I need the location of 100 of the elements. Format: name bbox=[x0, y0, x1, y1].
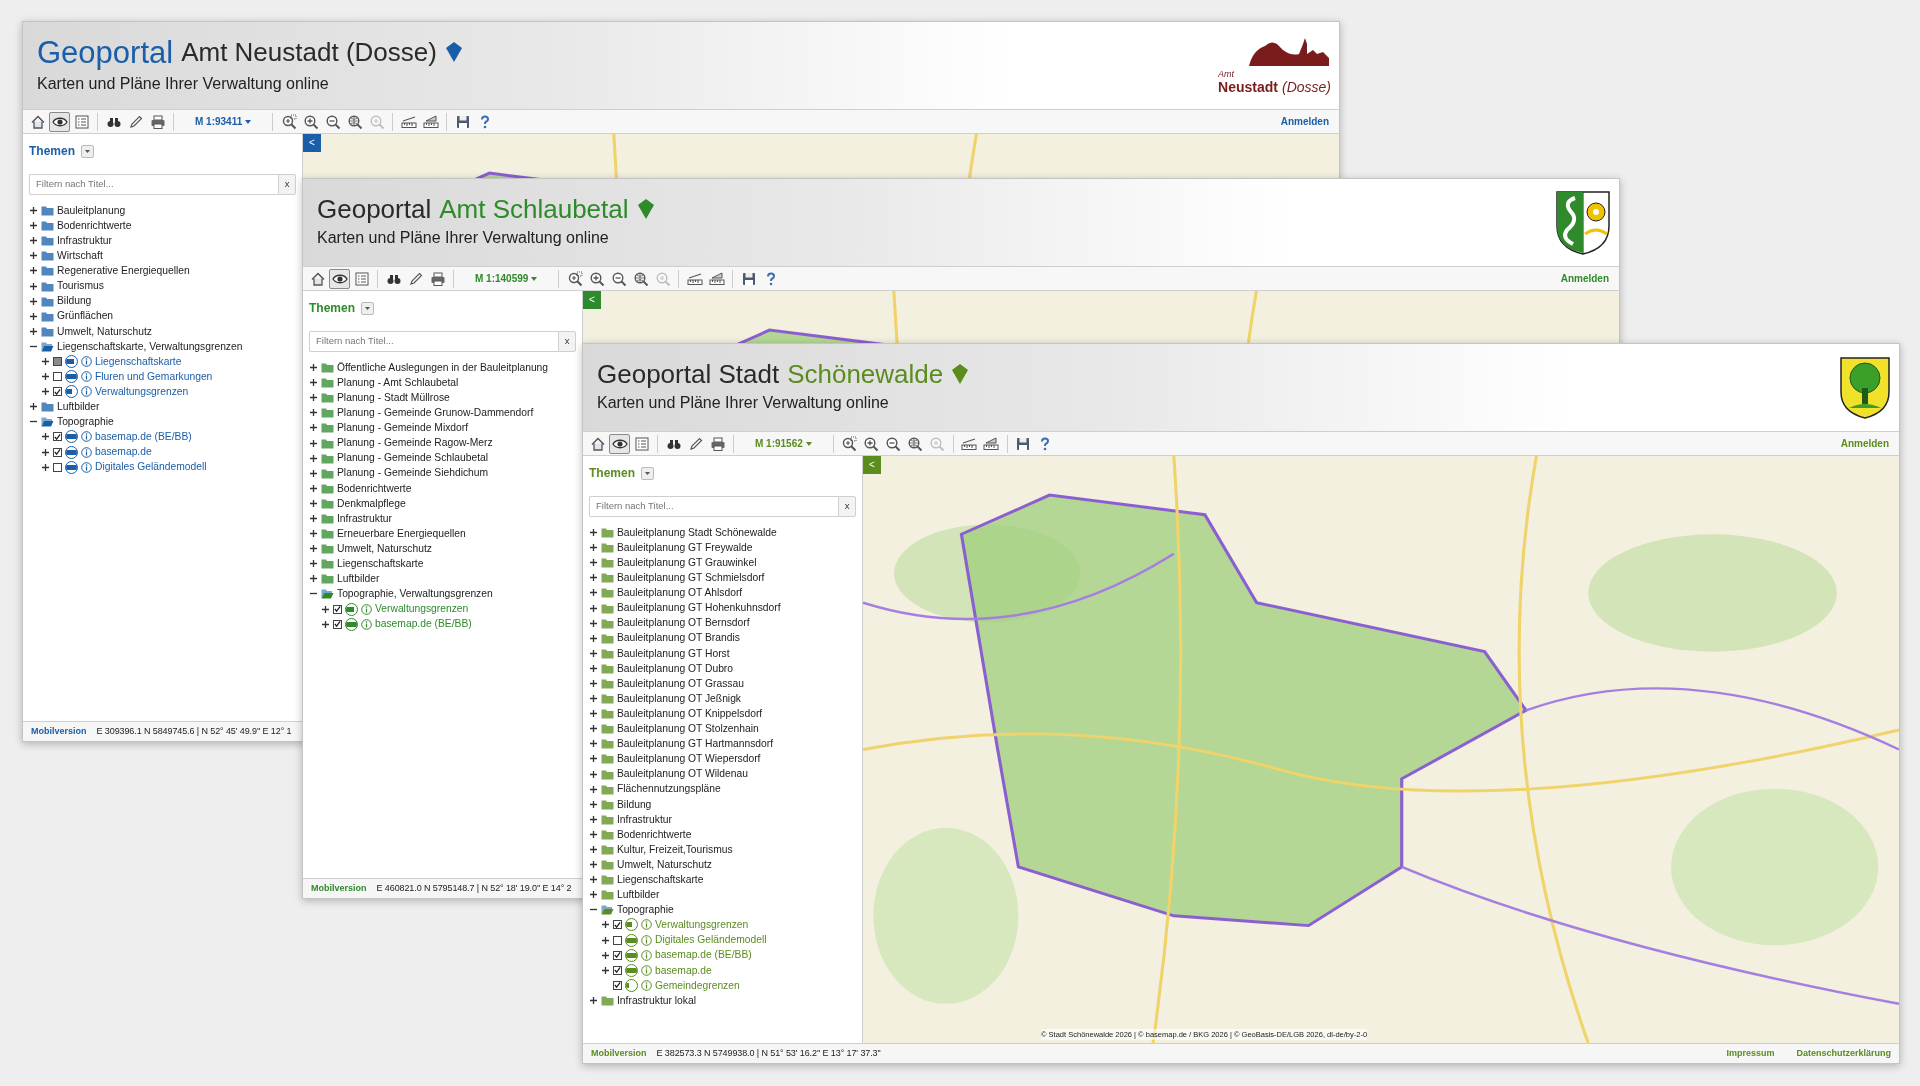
opacity-slider[interactable] bbox=[345, 602, 358, 616]
expand-icon[interactable] bbox=[309, 559, 318, 569]
eye-button[interactable] bbox=[329, 268, 350, 289]
layer-label[interactable]: Liegenschaftskarte bbox=[95, 353, 182, 370]
expand-icon[interactable] bbox=[309, 529, 318, 539]
opacity-slider[interactable] bbox=[625, 948, 638, 962]
checkbox[interactable] bbox=[53, 432, 62, 442]
opacity-slider[interactable] bbox=[65, 445, 78, 459]
collapse-button[interactable]: < bbox=[863, 456, 881, 474]
group-label[interactable]: Bauleitplanung OT Brandis bbox=[617, 630, 740, 646]
expand-icon[interactable] bbox=[589, 588, 598, 598]
expand-icon[interactable] bbox=[29, 281, 38, 291]
expand-icon[interactable] bbox=[589, 543, 598, 553]
layer-label[interactable]: Gemeindegrenzen bbox=[655, 977, 740, 994]
expand-icon[interactable] bbox=[309, 453, 318, 463]
group-label[interactable]: Bauleitplanung GT Grauwinkel bbox=[617, 555, 757, 571]
expand-icon[interactable] bbox=[589, 995, 598, 1005]
clear-button[interactable]: x bbox=[838, 496, 856, 517]
expand-icon[interactable] bbox=[309, 498, 318, 508]
layer-label[interactable]: Verwaltungsgrenzen bbox=[375, 601, 469, 617]
expand-icon[interactable] bbox=[309, 468, 318, 478]
group-label[interactable]: Wirtschaft bbox=[57, 248, 103, 264]
opacity-slider[interactable] bbox=[625, 918, 638, 932]
opacity-slider[interactable] bbox=[625, 933, 638, 947]
checkbox[interactable] bbox=[613, 935, 622, 945]
expand-icon[interactable] bbox=[309, 423, 318, 433]
group-label[interactable]: Tourismus bbox=[57, 278, 104, 294]
group-label[interactable]: Denkmalpflege bbox=[337, 495, 406, 512]
group-label[interactable]: Planung - Stadt Müllrose bbox=[337, 390, 450, 406]
expand-icon[interactable] bbox=[589, 694, 598, 704]
expand-icon[interactable] bbox=[29, 311, 38, 321]
group-label[interactable]: Liegenschaftskarte bbox=[337, 556, 424, 572]
scale-dropdown[interactable]: M 1:93411 bbox=[179, 114, 268, 129]
group-label[interactable]: Regenerative Energiequellen bbox=[57, 263, 190, 279]
expand-icon[interactable] bbox=[601, 920, 610, 930]
expand-icon[interactable] bbox=[321, 604, 330, 614]
expand-icon[interactable] bbox=[589, 709, 598, 719]
opacity-slider[interactable] bbox=[625, 963, 638, 977]
expand-icon[interactable] bbox=[589, 845, 598, 854]
group-label[interactable]: Topographie, Verwaltungsgrenzen bbox=[337, 586, 493, 602]
checkbox[interactable] bbox=[53, 447, 62, 457]
layer-label[interactable]: basemap.de (BE/BB) bbox=[95, 429, 192, 445]
footer-link[interactable]: Impressum bbox=[1726, 1046, 1775, 1061]
group-label[interactable]: Luftbilder bbox=[337, 571, 380, 587]
expand-icon[interactable] bbox=[41, 462, 50, 472]
group-label[interactable]: Bildung bbox=[57, 293, 92, 309]
expand-icon[interactable] bbox=[29, 326, 38, 336]
layer-label[interactable]: Digitales Geländemodell bbox=[655, 932, 767, 948]
group-label[interactable]: Bauleitplanung GT Schmielsdorf bbox=[617, 570, 765, 586]
group-label[interactable]: Infrastruktur bbox=[337, 510, 392, 527]
expand-icon[interactable] bbox=[589, 679, 598, 688]
expand-icon[interactable] bbox=[321, 619, 330, 629]
opacity-slider[interactable] bbox=[65, 355, 78, 368]
opacity-slider[interactable] bbox=[345, 617, 358, 631]
expand-icon[interactable] bbox=[589, 829, 598, 839]
group-label[interactable]: Liegenschaftskarte, Verwaltungsgrenzen bbox=[57, 338, 243, 355]
expand-icon[interactable] bbox=[589, 799, 598, 809]
expand-icon[interactable] bbox=[309, 483, 318, 493]
collapse-button[interactable]: < bbox=[303, 134, 321, 152]
expand-icon[interactable] bbox=[589, 769, 598, 779]
group-label[interactable]: Erneuerbare Energiequellen bbox=[337, 525, 466, 542]
expand-icon[interactable] bbox=[41, 357, 50, 366]
group-label[interactable]: Liegenschaftskarte bbox=[617, 872, 704, 888]
group-label[interactable]: Bauleitplanung OT Jeßnigk bbox=[617, 690, 742, 707]
group-label[interactable]: Bauleitplanung OT Ahlsdorf bbox=[617, 585, 743, 601]
expand-icon[interactable] bbox=[41, 447, 50, 457]
checkbox[interactable] bbox=[613, 950, 622, 960]
expand-icon[interactable] bbox=[41, 372, 50, 382]
expand-icon[interactable] bbox=[309, 378, 318, 388]
expand-icon[interactable] bbox=[29, 221, 38, 231]
group-label[interactable]: Bodenrichtwerte bbox=[617, 826, 692, 843]
filter-field[interactable]: Filtern nach Titel... bbox=[29, 174, 278, 195]
checkbox[interactable] bbox=[53, 387, 62, 397]
dropdown-button[interactable] bbox=[81, 144, 94, 158]
group-label[interactable]: Planung - Gemeinde Schlaubetal bbox=[337, 450, 489, 466]
layer-label[interactable]: basemap.de bbox=[95, 444, 152, 460]
expand-icon[interactable] bbox=[589, 618, 598, 628]
layer-label[interactable]: Fluren und Gemarkungen bbox=[95, 368, 213, 385]
expand-icon[interactable] bbox=[309, 574, 318, 584]
expand-icon[interactable] bbox=[589, 754, 598, 764]
checkbox[interactable] bbox=[613, 980, 622, 990]
group-label[interactable]: Bauleitplanung OT Knippelsdorf bbox=[617, 705, 763, 722]
expand-icon[interactable] bbox=[589, 784, 598, 794]
opacity-slider[interactable] bbox=[65, 370, 78, 384]
expand-icon[interactable] bbox=[29, 402, 38, 412]
group-label[interactable]: Umwelt, Naturschutz bbox=[337, 540, 432, 557]
group-label[interactable]: Bildung bbox=[617, 796, 652, 812]
group-label[interactable]: Planung - Gemeinde Grunow-Dammendorf bbox=[337, 405, 534, 421]
expand-icon[interactable] bbox=[589, 875, 598, 885]
scale-dropdown[interactable]: M 1:140599 bbox=[459, 271, 554, 286]
opacity-slider[interactable] bbox=[625, 978, 638, 992]
filter-field[interactable]: Filtern nach Titel... bbox=[309, 331, 558, 352]
group-label[interactable]: Grünflächen bbox=[57, 308, 114, 324]
expand-icon[interactable] bbox=[589, 573, 598, 583]
checkbox[interactable] bbox=[333, 619, 342, 629]
layer-label[interactable]: basemap.de (BE/BB) bbox=[655, 947, 752, 963]
group-label[interactable]: Bauleitplanung bbox=[57, 202, 126, 219]
clear-button[interactable]: x bbox=[558, 331, 576, 352]
dropdown-button[interactable] bbox=[361, 301, 374, 315]
expand-icon[interactable] bbox=[41, 387, 50, 397]
